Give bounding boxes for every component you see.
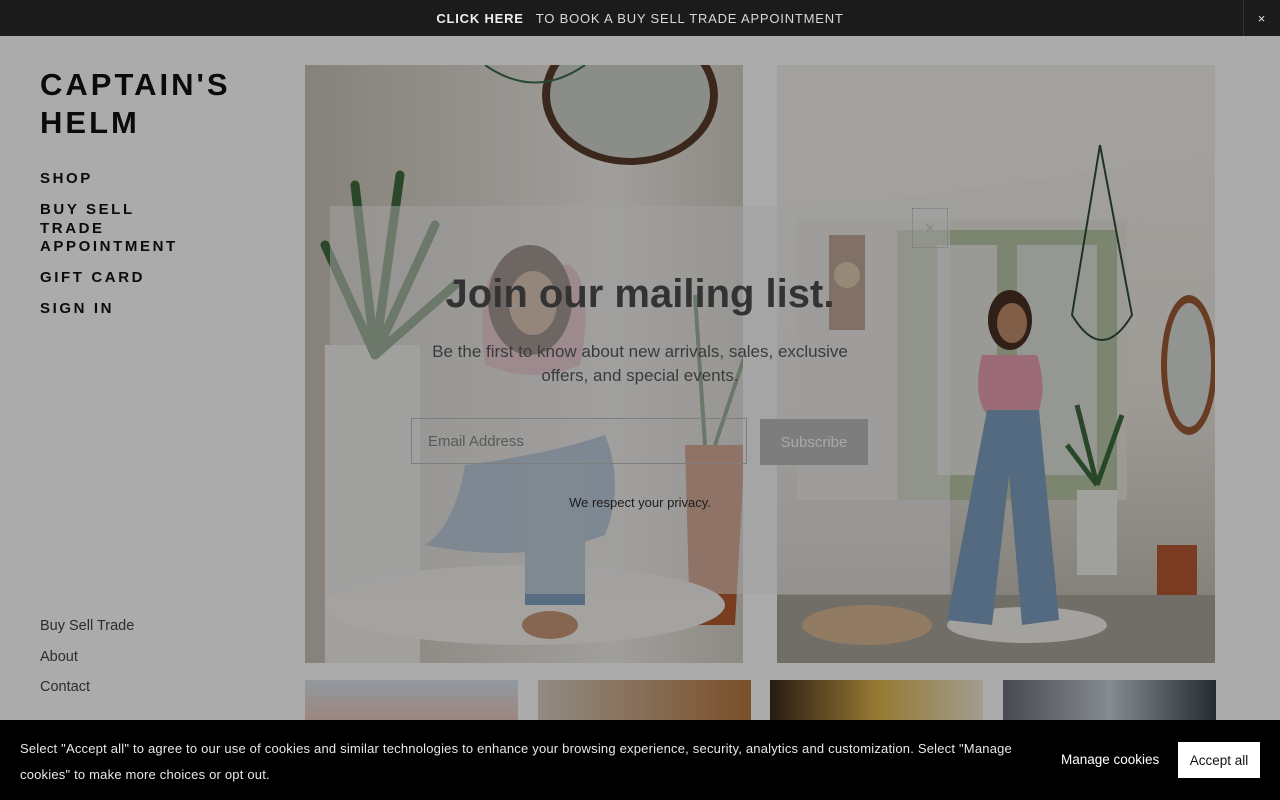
modal-title: Join our mailing list. [445,272,835,316]
close-icon[interactable]: × [912,208,948,248]
close-icon[interactable]: × [1243,0,1280,36]
announcement-link[interactable]: CLICK HERE [436,11,523,26]
manage-cookies-button[interactable]: Manage cookies [1061,752,1159,767]
privacy-note: We respect your privacy. [569,495,711,510]
cookie-banner: Select "Accept all" to agree to our use … [0,720,1280,800]
email-field[interactable] [411,418,747,464]
modal-description: Be the first to know about new arrivals,… [432,342,848,385]
accept-all-button[interactable]: Accept all [1178,742,1260,778]
cookie-message: Select "Accept all" to agree to our use … [20,741,1012,782]
subscribe-button[interactable]: Subscribe [760,419,868,465]
announcement-text: TO BOOK A BUY SELL TRADE APPOINTMENT [535,10,844,26]
announcement-bar: CLICK HERE TO BOOK A BUY SELL TRADE APPO… [0,0,1280,36]
newsletter-modal: × Join our mailing list. Be the first to… [330,206,950,594]
